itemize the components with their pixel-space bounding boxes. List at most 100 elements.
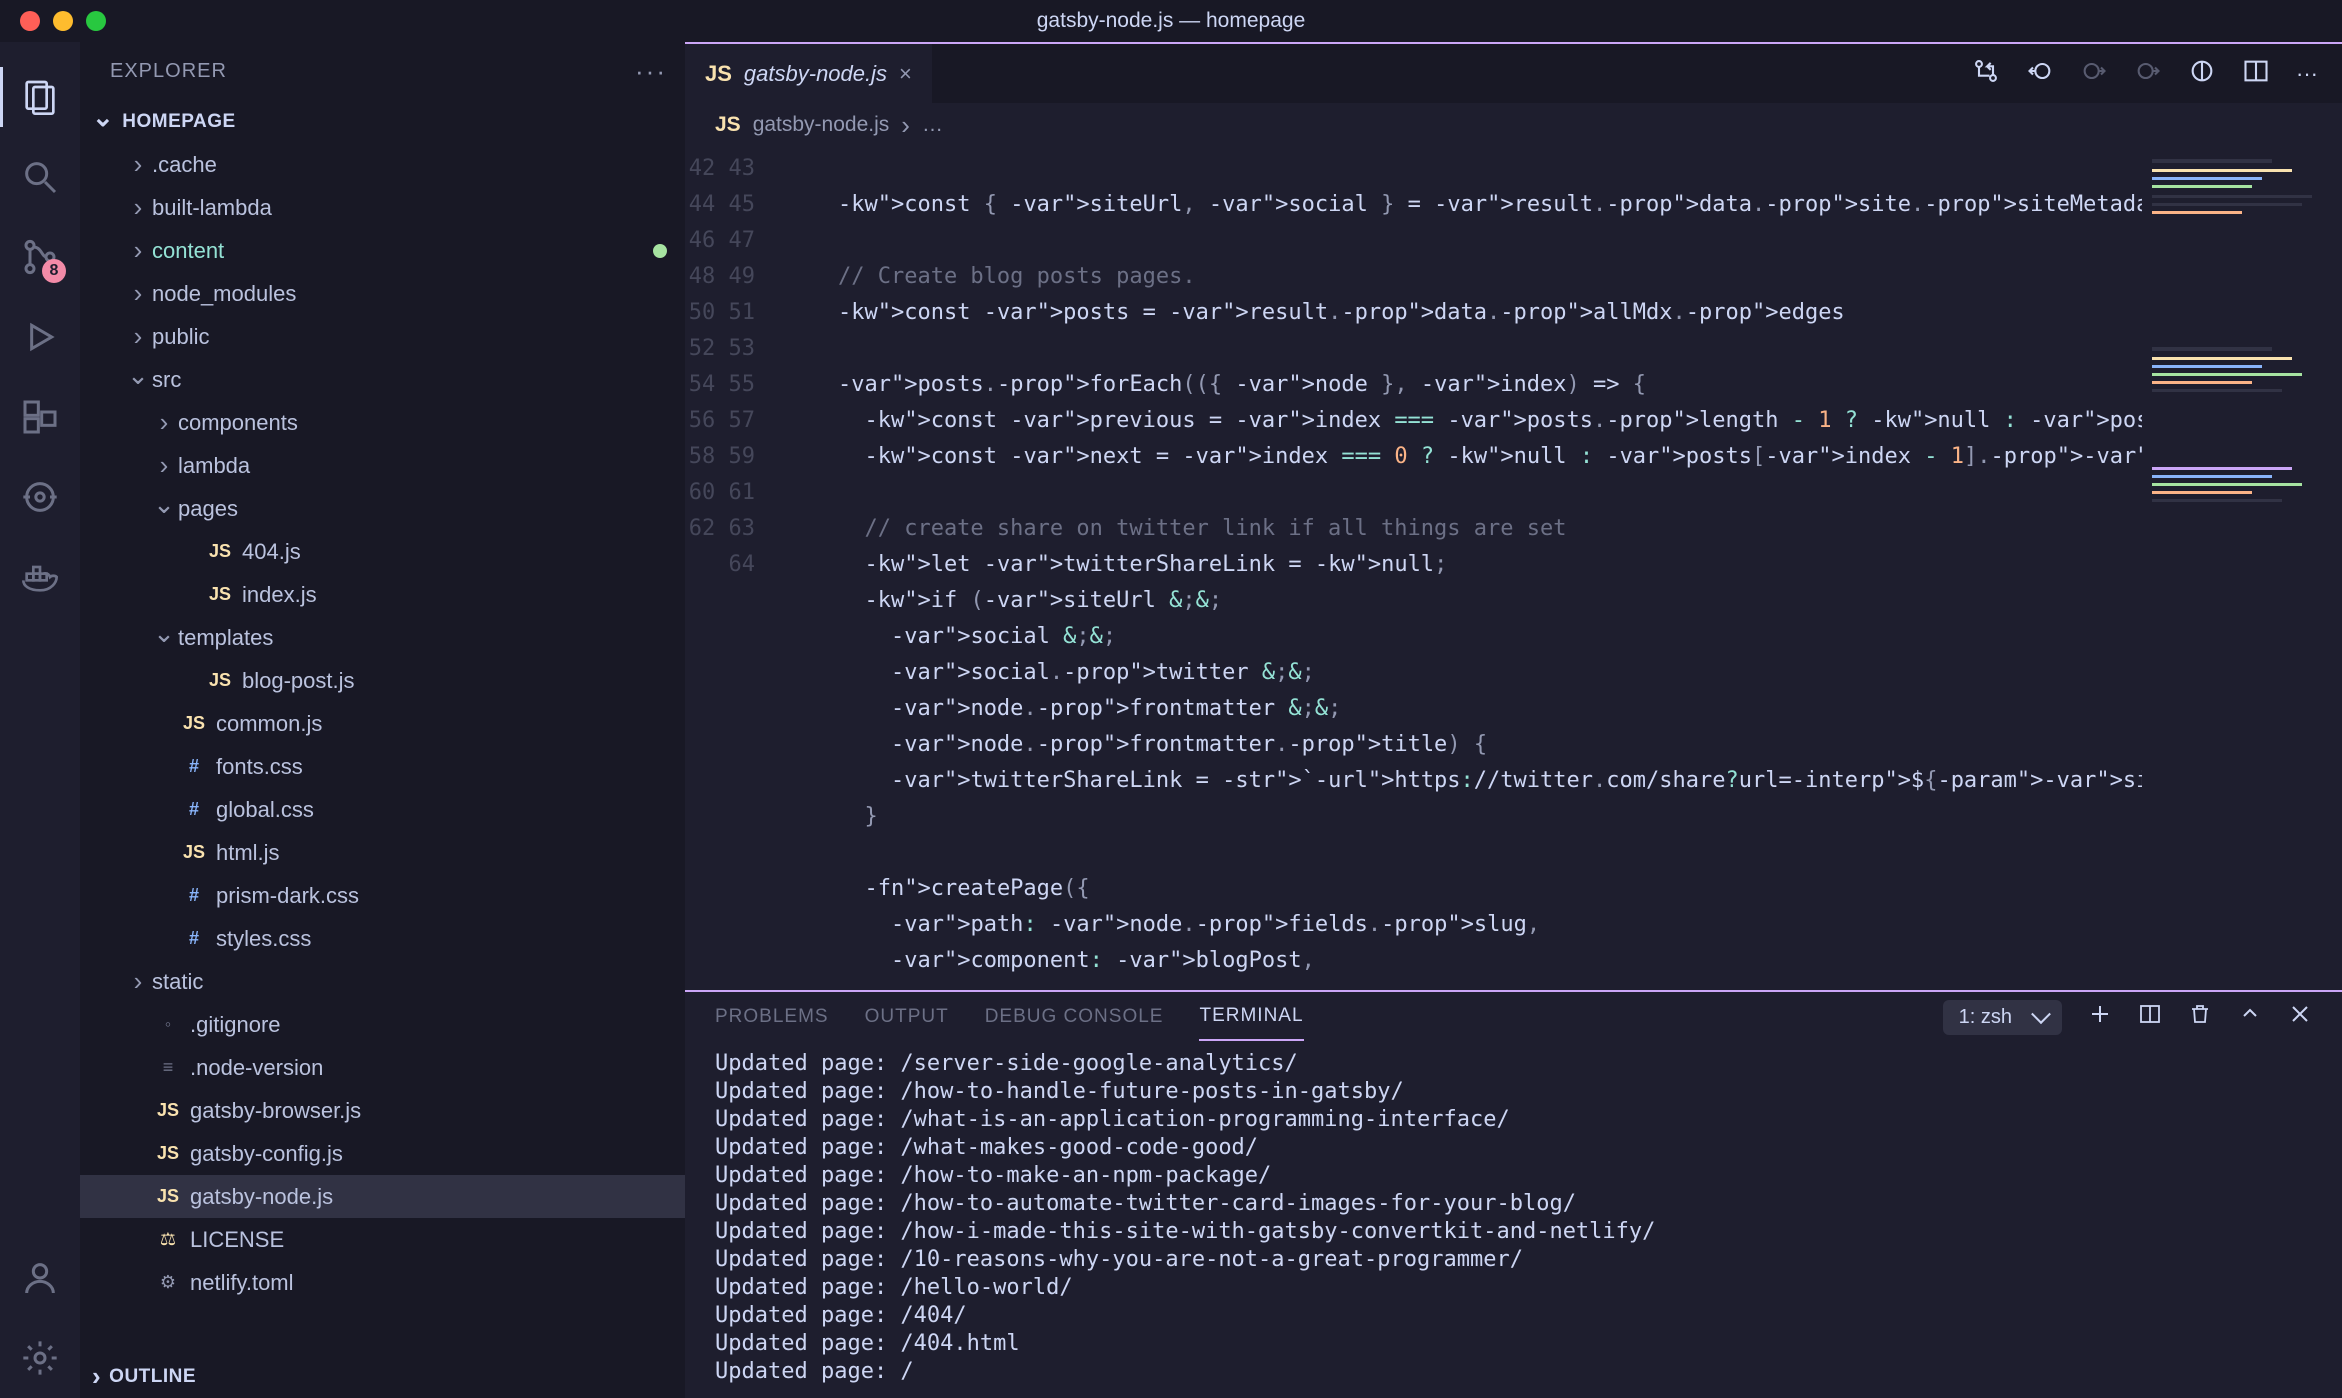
folder-row[interactable]: content xyxy=(80,229,685,272)
close-window-button[interactable] xyxy=(20,11,40,31)
chevron-down-icon xyxy=(92,106,114,137)
chevron-icon xyxy=(150,622,178,653)
tree-item-label: src xyxy=(152,367,685,393)
maximize-window-button[interactable] xyxy=(86,11,106,31)
close-icon[interactable]: × xyxy=(899,61,912,87)
chevron-icon xyxy=(124,966,152,997)
file-row[interactable]: JSgatsby-config.js xyxy=(80,1132,685,1175)
search-activity[interactable] xyxy=(0,137,80,217)
gitlens-activity[interactable] xyxy=(0,457,80,537)
folder-row[interactable]: node_modules xyxy=(80,272,685,315)
chevron-icon xyxy=(124,278,152,309)
account-activity[interactable] xyxy=(0,1238,80,1318)
debug-activity[interactable] xyxy=(0,297,80,377)
folder-row[interactable]: components xyxy=(80,401,685,444)
file-row[interactable]: ≡.node-version xyxy=(80,1046,685,1089)
tab-gatsby-node[interactable]: JS gatsby-node.js × xyxy=(685,44,933,103)
chevron-right-icon xyxy=(901,110,910,141)
breadcrumb[interactable]: JS gatsby-node.js … xyxy=(685,103,2342,147)
new-terminal-icon[interactable] xyxy=(2088,1002,2112,1032)
folder-row[interactable]: built-lambda xyxy=(80,186,685,229)
panel-tabs: PROBLEMS OUTPUT DEBUG CONSOLE TERMINAL 1… xyxy=(685,992,2342,1042)
panel-tab-terminal[interactable]: TERMINAL xyxy=(1199,993,1303,1041)
tree-item-label: blog-post.js xyxy=(242,668,685,694)
chevron-icon xyxy=(124,321,152,352)
folder-row[interactable]: static xyxy=(80,960,685,1003)
folder-row[interactable]: pages xyxy=(80,487,685,530)
js-icon: JS xyxy=(152,1100,184,1121)
sidebar-section-homepage[interactable]: HOMEPAGE xyxy=(80,100,685,143)
sidebar-more-icon[interactable]: ··· xyxy=(635,56,667,87)
close-panel-icon[interactable] xyxy=(2288,1002,2312,1032)
file-row[interactable]: ◦ .gitignore xyxy=(80,1003,685,1046)
terminal-output[interactable]: Updated page: /server-side-google-analyt… xyxy=(685,1042,2342,1398)
file-row[interactable]: JScommon.js xyxy=(80,702,685,745)
revert-icon[interactable] xyxy=(2026,57,2054,91)
prev-change-icon[interactable] xyxy=(2080,57,2108,91)
tree-item-label: components xyxy=(178,410,685,436)
tree-item-label: LICENSE xyxy=(190,1227,685,1253)
code-editor[interactable]: -kw">const { -var">siteUrl, -var">social… xyxy=(785,147,2142,990)
js-icon: JS xyxy=(178,713,210,734)
file-row[interactable]: JSgatsby-node.js xyxy=(80,1175,685,1218)
bottom-panel: PROBLEMS OUTPUT DEBUG CONSOLE TERMINAL 1… xyxy=(685,990,2342,1398)
terminal-selector[interactable]: 1: zsh xyxy=(1943,1000,2062,1035)
text-icon: ≡ xyxy=(152,1057,184,1078)
js-icon: JS xyxy=(204,541,236,562)
folder-row[interactable]: public xyxy=(80,315,685,358)
file-row[interactable]: JShtml.js xyxy=(80,831,685,874)
file-row[interactable]: # styles.css xyxy=(80,917,685,960)
split-terminal-icon[interactable] xyxy=(2138,1002,2162,1032)
panel-tab-output[interactable]: OUTPUT xyxy=(865,994,949,1040)
more-actions-icon[interactable]: ··· xyxy=(2296,61,2318,87)
tree-item-label: global.css xyxy=(216,797,685,823)
scm-badge: 8 xyxy=(42,259,66,283)
file-row[interactable]: ⚖ LICENSE xyxy=(80,1218,685,1261)
gitignore-icon: ◦ xyxy=(152,1014,184,1035)
tree-item-label: fonts.css xyxy=(216,754,685,780)
chevron-icon xyxy=(124,192,152,223)
explorer-sidebar: EXPLORER ··· HOMEPAGE .cachebuilt-lambda… xyxy=(80,42,685,1398)
file-row[interactable]: ⚙netlify.toml xyxy=(80,1261,685,1304)
tree-item-label: .gitignore xyxy=(190,1012,685,1038)
folder-row[interactable]: .cache xyxy=(80,143,685,186)
kill-terminal-icon[interactable] xyxy=(2188,1002,2212,1032)
explorer-activity[interactable] xyxy=(0,57,80,137)
next-change-icon[interactable] xyxy=(2134,57,2162,91)
toggle-aux-icon[interactable] xyxy=(2188,57,2216,91)
chevron-icon xyxy=(124,149,152,180)
js-icon: JS xyxy=(715,113,741,137)
scm-activity[interactable]: 8 xyxy=(0,217,80,297)
breadcrumb-rest: … xyxy=(922,113,943,137)
js-icon: JS xyxy=(152,1186,184,1207)
line-gutter: 42 43 44 45 46 47 48 49 50 51 52 53 54 5… xyxy=(685,147,785,990)
docker-activity[interactable] xyxy=(0,537,80,617)
file-row[interactable]: JSgatsby-browser.js xyxy=(80,1089,685,1132)
tree-item-label: lambda xyxy=(178,453,685,479)
extensions-activity[interactable] xyxy=(0,377,80,457)
file-row[interactable]: #global.css xyxy=(80,788,685,831)
sidebar-section-outline[interactable]: OUTLINE xyxy=(80,1355,685,1398)
folder-row[interactable]: lambda xyxy=(80,444,685,487)
minimap[interactable] xyxy=(2142,147,2342,990)
panel-tab-problems[interactable]: PROBLEMS xyxy=(715,994,829,1040)
folder-row[interactable]: src xyxy=(80,358,685,401)
split-editor-icon[interactable] xyxy=(2242,57,2270,91)
minimize-window-button[interactable] xyxy=(53,11,73,31)
tree-item-label: index.js xyxy=(242,582,685,608)
file-row[interactable]: JS404.js xyxy=(80,530,685,573)
settings-activity[interactable] xyxy=(0,1318,80,1398)
license-icon: ⚖ xyxy=(152,1229,184,1250)
folder-row[interactable]: templates xyxy=(80,616,685,659)
file-row[interactable]: JSindex.js xyxy=(80,573,685,616)
panel-tab-debug[interactable]: DEBUG CONSOLE xyxy=(985,994,1164,1040)
css-icon: # xyxy=(178,928,210,949)
file-row[interactable]: JSblog-post.js xyxy=(80,659,685,702)
maximize-panel-icon[interactable] xyxy=(2238,1002,2262,1032)
compare-changes-icon[interactable] xyxy=(1972,57,2000,91)
titlebar: gatsby-node.js — homepage xyxy=(0,0,2342,42)
activity-bar: 8 xyxy=(0,42,80,1398)
tree-item-label: styles.css xyxy=(216,926,685,952)
file-row[interactable]: #prism-dark.css xyxy=(80,874,685,917)
file-row[interactable]: #fonts.css xyxy=(80,745,685,788)
